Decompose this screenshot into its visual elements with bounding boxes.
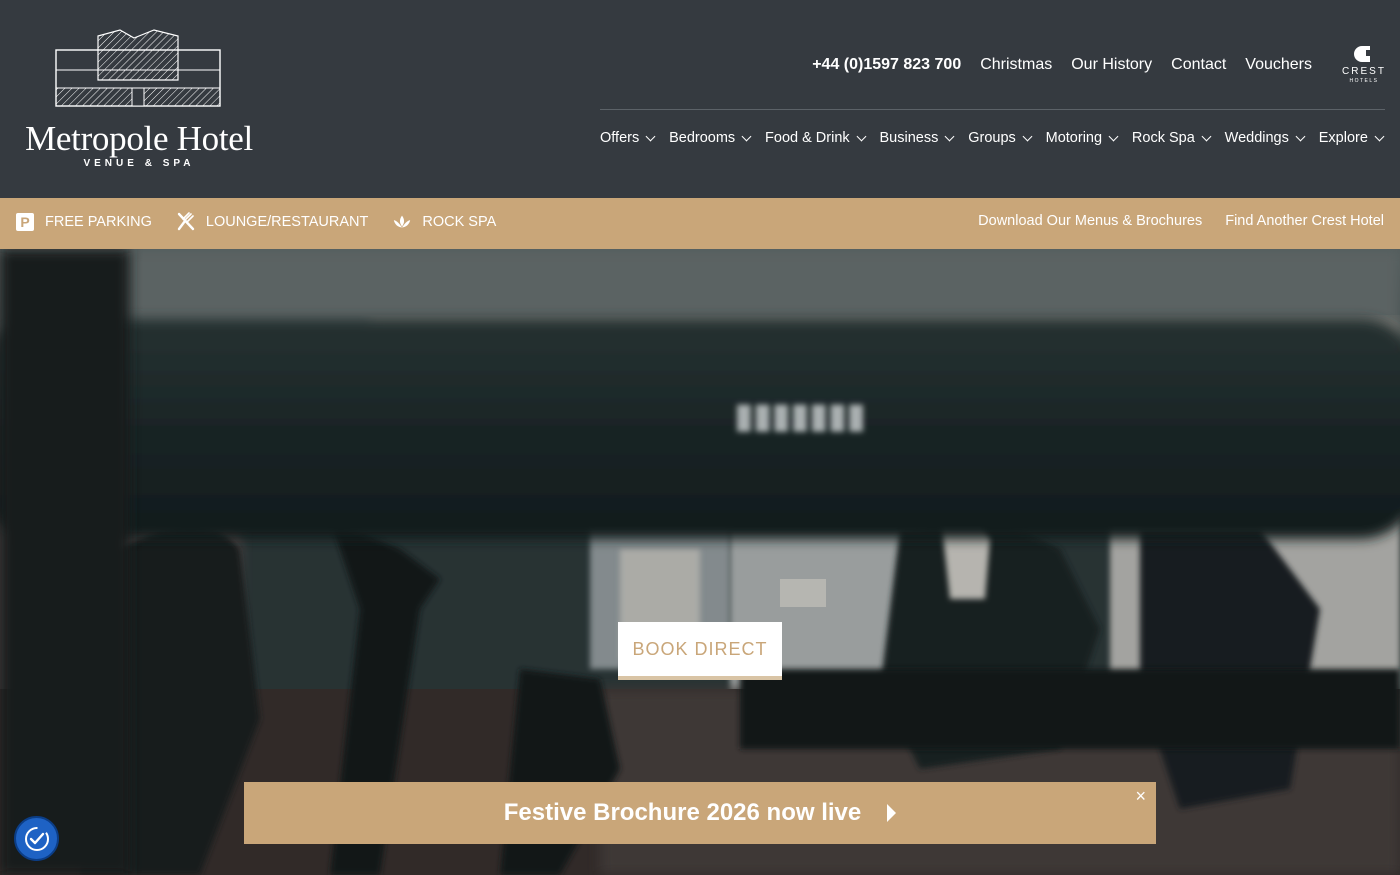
nav-item-bedrooms[interactable]: Bedrooms: [669, 130, 752, 146]
chevron-down-icon: [645, 131, 656, 141]
nav-item-motoring[interactable]: Motoring: [1046, 130, 1119, 146]
top-links: +44 (0)1597 823 700 Christmas Our Histor…: [812, 54, 1312, 76]
chevron-down-icon: [741, 131, 752, 141]
nav-label: Bedrooms: [669, 130, 736, 146]
nav-item-business[interactable]: Business: [880, 130, 956, 146]
chevron-down-icon: [1374, 131, 1385, 141]
amenity-rock-spa: ROCK SPA: [392, 212, 496, 232]
accessibility-widget-button[interactable]: [14, 816, 59, 861]
amenity-label: LOUNGE/RESTAURANT: [205, 214, 369, 230]
chevron-down-icon: [1108, 131, 1119, 141]
vouchers-link[interactable]: Vouchers: [1245, 56, 1312, 74]
nav-item-weddings[interactable]: Weddings: [1225, 130, 1306, 146]
amenity-label: FREE PARKING: [45, 214, 152, 230]
hotel-building-icon: [55, 29, 221, 107]
site-header: Metropole Hotel VENUE & SPA +44 (0)1597 …: [0, 0, 1400, 198]
nav-label: Explore: [1318, 130, 1368, 146]
crest-icon: [1354, 44, 1374, 64]
crest-hotels-logo[interactable]: CREST HOTELS: [1340, 44, 1388, 88]
amenity-list: P FREE PARKING LOUNGE/RESTAURANT ROCK SP…: [15, 212, 496, 232]
christmas-link[interactable]: Christmas: [980, 56, 1052, 74]
lotus-icon: [392, 212, 412, 232]
nav-item-offers[interactable]: Offers: [600, 130, 656, 146]
nav-item-explore[interactable]: Explore: [1319, 130, 1385, 146]
nav-item-rock-spa[interactable]: Rock Spa: [1132, 130, 1212, 146]
play-arrow-icon: [887, 804, 897, 822]
nav-label: Offers: [600, 130, 640, 146]
close-icon[interactable]: ×: [1135, 786, 1146, 806]
nav-divider: [600, 109, 1385, 110]
festive-brochure-banner[interactable]: Festive Brochure 2026 now live ×: [244, 782, 1156, 844]
banner-text: Festive Brochure 2026 now live: [503, 799, 862, 826]
hotel-logo[interactable]: Metropole Hotel VENUE & SPA: [14, 28, 264, 173]
chevron-down-icon: [944, 131, 955, 141]
accessibility-icon: [24, 826, 49, 851]
our-history-link[interactable]: Our History: [1071, 56, 1152, 74]
amenity-lounge-restaurant: LOUNGE/RESTAURANT: [176, 212, 368, 232]
utility-links: Download Our Menus & Brochures Find Anot…: [978, 213, 1384, 229]
parking-icon: P: [15, 212, 35, 232]
hotel-name: Metropole Hotel: [25, 119, 253, 158]
amenity-label: ROCK SPA: [422, 214, 497, 230]
chevron-down-icon: [1201, 131, 1212, 141]
book-direct-button[interactable]: BOOK DIRECT: [618, 622, 782, 676]
main-navigation: Offers Bedrooms Food & Drink Business Gr…: [600, 128, 1385, 148]
phone-link[interactable]: +44 (0)1597 823 700: [812, 56, 961, 74]
nav-label: Rock Spa: [1131, 130, 1195, 146]
chevron-down-icon: [856, 131, 867, 141]
hotel-subtitle: VENUE & SPA: [83, 158, 195, 169]
nav-label: Motoring: [1045, 130, 1103, 146]
nav-label: Business: [879, 130, 939, 146]
nav-item-food-drink[interactable]: Food & Drink: [765, 130, 867, 146]
chevron-down-icon: [1022, 131, 1033, 141]
amenity-free-parking: P FREE PARKING: [15, 212, 152, 232]
download-menus-link[interactable]: Download Our Menus & Brochures: [978, 213, 1202, 229]
chevron-down-icon: [1295, 131, 1306, 141]
crest-subtitle: HOTELS: [1349, 78, 1379, 84]
nav-label: Food & Drink: [765, 130, 850, 146]
nav-label: Groups: [968, 130, 1016, 146]
contact-link[interactable]: Contact: [1171, 56, 1226, 74]
crest-wordmark: CREST: [1342, 66, 1386, 77]
cutlery-icon: [176, 212, 196, 232]
find-crest-hotel-link[interactable]: Find Another Crest Hotel: [1225, 213, 1384, 229]
nav-label: Weddings: [1224, 130, 1289, 146]
nav-item-groups[interactable]: Groups: [968, 130, 1033, 146]
amenity-bar: P FREE PARKING LOUNGE/RESTAURANT ROCK SP…: [0, 198, 1400, 249]
